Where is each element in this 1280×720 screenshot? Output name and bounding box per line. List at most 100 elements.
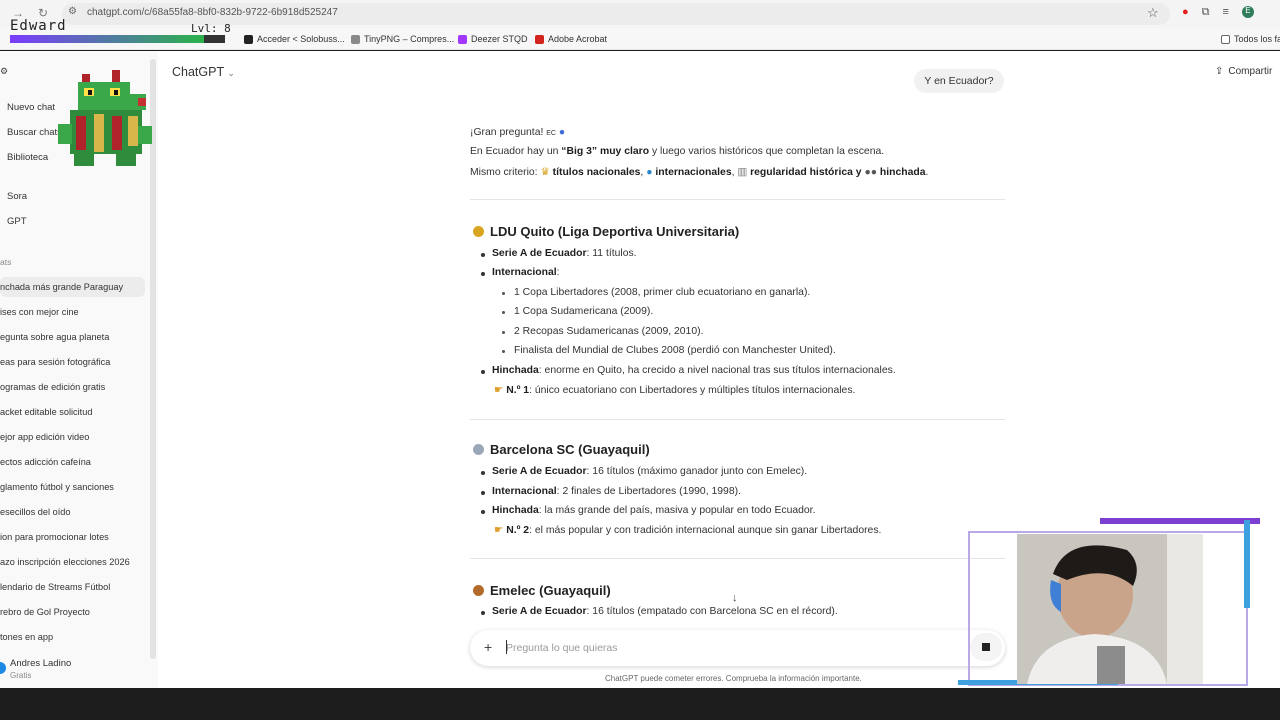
sidebar-logo-icon[interactable]: ⚙ (0, 66, 8, 77)
webcam-frame-accent (1100, 518, 1260, 524)
stream-level: Lvl: 8 (191, 22, 231, 35)
bullet (481, 272, 485, 276)
acrobat-icon (535, 34, 544, 44)
sidebar-chat-item[interactable]: azo inscripción elecciones 2026 (0, 552, 145, 572)
sidebar-chat-item[interactable]: rebro de Gol Proyecto (0, 602, 145, 622)
bullet (481, 253, 485, 257)
globe-icon: ● (646, 167, 653, 178)
chevron-down-icon: ⌄ (227, 68, 235, 78)
sidebar-chat-item[interactable]: tones en app (0, 627, 145, 647)
disclaimer-note: ChatGPT puede cometer errores. Comprueba… (605, 674, 862, 683)
extensions-icon[interactable]: ⧉ (1202, 6, 1210, 19)
sidebar-chat-item[interactable]: eas para sesión fotográfica (0, 352, 145, 372)
url-text[interactable]: chatgpt.com/c/68a55fa8-8bf0-832b-9722-6b… (87, 7, 338, 18)
bookmark-label: Acceder < Solobuss... (257, 34, 345, 44)
title-text: Emelec (Guayaquil) (490, 583, 611, 598)
chart-icon: ▥ (737, 167, 748, 178)
text-bold: Serie A de Ecuador (492, 466, 587, 477)
bookmark-solobuss[interactable]: Acceder < Solobuss... (244, 34, 345, 44)
text: : 11 títulos. (586, 248, 637, 259)
sidebar-gpt-sora[interactable]: Sora (7, 191, 27, 202)
text-bold: hinchada (879, 167, 926, 178)
model-picker[interactable]: ChatGPT ⌄ (172, 65, 235, 79)
ldu-serie: Serie A de Ecuador: 11 títulos. (492, 248, 637, 259)
opera-icon[interactable]: ● (1182, 6, 1189, 19)
trophy-icon: ♛ (540, 167, 550, 178)
profile-avatar[interactable]: E (1241, 6, 1254, 18)
bookmark-label: Todos los fa (1234, 34, 1280, 44)
bookmark-icon (351, 34, 360, 44)
sidebar-chat-item[interactable]: nchada más grande Paraguay (0, 277, 145, 297)
sidebar-chat-item[interactable]: egunta sobre agua planeta (0, 327, 145, 347)
flag-ecuador-icon: EC (546, 130, 556, 137)
ldu-rank: ☛ N.º 1: único ecuatoriano con Libertado… (494, 384, 855, 396)
prompt-input[interactable] (506, 641, 926, 655)
bullet (481, 491, 485, 495)
scroll-down-icon[interactable]: ↓ (732, 592, 738, 604)
bookmark-label: Deezer STQD (471, 34, 528, 44)
title-text: LDU Quito (Liga Deportiva Universitaria) (490, 224, 740, 239)
text: : 2 finales de Libertadores (1990, 1998)… (556, 486, 741, 497)
sidebar-chat-item[interactable]: ectos adicción cafeína (0, 452, 145, 472)
bookmark-icon (244, 34, 253, 44)
section-title-barcelona: Barcelona SC (Guayaquil) (473, 442, 650, 457)
text: : el más popular y con tradición interna… (529, 525, 882, 536)
bookmark-folder[interactable]: Todos los fa (1221, 34, 1280, 44)
bookmark-deezer[interactable]: Deezer STQD (458, 34, 528, 44)
sidebar-new-chat[interactable]: Nuevo chat (7, 102, 55, 113)
sidebar-chat-item[interactable]: ejor app edición video (0, 427, 145, 447)
folder-icon (1221, 34, 1230, 44)
bullet (502, 350, 505, 353)
dragon-mascot-icon (58, 70, 152, 166)
user-name: Andres Ladino (10, 658, 72, 669)
user-message-bubble: Y en Ecuador? (914, 69, 1004, 93)
text-bold: títulos nacionales (552, 167, 641, 178)
user-account[interactable]: Andres Ladino Gratis (0, 656, 150, 686)
pointing-hand-icon: ☛ (494, 385, 504, 396)
text-bold: regularidad histórica y (750, 167, 862, 178)
text: : único ecuatoriano con Libertadores y m… (529, 385, 856, 396)
add-attachment-icon[interactable]: + (484, 639, 492, 655)
people-icon: ●● (864, 167, 878, 178)
text-bold: “Big 3” muy claro (561, 146, 650, 157)
text-bold: N.º 1 (506, 385, 530, 396)
sidebar-chat-item[interactable]: ises con mejor cine (0, 302, 145, 322)
stream-username: Edward (10, 18, 67, 34)
ldu-sub-item: Finalista del Mundial de Clubes 2008 (pe… (514, 345, 836, 356)
section-title-ldu: LDU Quito (Liga Deportiva Universitaria) (473, 224, 739, 239)
text-bold: N.º 2 (506, 525, 530, 536)
bookmark-acrobat[interactable]: Adobe Acrobat (535, 34, 607, 44)
text-bold: internacionales (655, 167, 732, 178)
sidebar-section-chats: ats (0, 257, 12, 267)
user-plan: Gratis (10, 671, 32, 680)
text: : enorme en Quito, ha crecido a nivel na… (538, 365, 896, 376)
sidebar-chat-item[interactable]: lendario de Streams Fútbol (0, 577, 145, 597)
divider (470, 419, 1005, 420)
answer-intro-2: En Ecuador hay un “Big 3” muy claro y lu… (470, 146, 884, 157)
avatar (0, 662, 6, 674)
sidebar-chat-item[interactable]: ogramas de edición gratis (0, 377, 145, 397)
site-settings-icon[interactable]: ⚙ (68, 6, 77, 17)
sidebar-library[interactable]: Biblioteca (7, 152, 48, 163)
text: : 16 títulos (empatado con Barcelona SC … (586, 606, 838, 617)
ldu-hinchada: Hinchada: enorme en Quito, ha crecido a … (492, 365, 896, 376)
sidebar-chat-item[interactable]: ion para promocionar lotes (0, 527, 145, 547)
bookmark-tinypng[interactable]: TinyPNG – Compres... (351, 34, 454, 44)
text: : 16 títulos (máximo ganador junto con E… (586, 466, 808, 477)
answer-criteria: Mismo criterio: ♛ títulos nacionales, ● … (470, 167, 929, 178)
xp-bar (10, 35, 225, 43)
ldu-sub-item: 2 Recopas Sudamericanas (2009, 2010). (514, 326, 704, 337)
sidebar-gpt-gpt[interactable]: GPT (7, 216, 27, 227)
text-bold: Internacional (492, 267, 557, 278)
barcelona-internacional: Internacional: 2 finales de Libertadores… (492, 486, 741, 497)
sidebar-chat-item[interactable]: esecillos del oído (0, 502, 145, 522)
sidebar-chat-item[interactable]: acket editable solicitud (0, 402, 145, 422)
sidebar-chat-item[interactable]: glamento fútbol y sanciones (0, 477, 145, 497)
text-bold: Hinchada (492, 505, 539, 516)
bookmark-label: Adobe Acrobat (548, 34, 608, 44)
bookmark-star-icon[interactable]: ☆ (1147, 5, 1159, 21)
share-button[interactable]: ⇪ Compartir (1215, 66, 1272, 77)
ldu-sub-item: 1 Copa Sudamericana (2009). (514, 306, 654, 317)
menu-icon[interactable]: ≡ (1223, 6, 1229, 19)
text: En Ecuador hay un (470, 146, 562, 157)
